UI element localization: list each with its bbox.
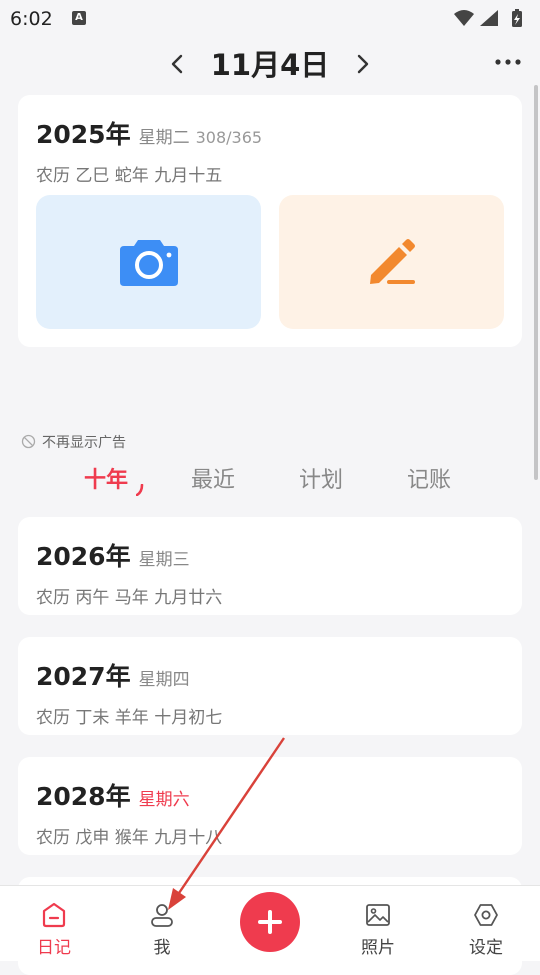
year-card-weekday: 星期六: [138, 790, 190, 810]
nav-diary[interactable]: 日记: [14, 886, 94, 961]
year-card-lunar: 农历 戊申 猴年 九月十八: [36, 828, 223, 848]
view-tabs: 十年 最近 计划 记账: [0, 462, 540, 502]
date-header: 11月4日: [0, 38, 540, 88]
more-options-button[interactable]: [492, 52, 524, 72]
year-card-year: 2026年: [36, 542, 131, 571]
settings-hexagon-icon: [474, 904, 498, 926]
nav-diary-label: 日记: [37, 938, 71, 958]
hide-ads-label: 不再显示广告: [42, 435, 126, 451]
wifi-icon: [454, 10, 474, 26]
year-card-weekday: 星期三: [138, 550, 190, 570]
year-card-title: 2027年 星期四: [36, 657, 190, 693]
battery-icon: [512, 9, 522, 27]
plus-icon: [258, 910, 282, 934]
status-bar: 6:02 A: [0, 0, 540, 38]
nav-photos-label: 照片: [361, 938, 395, 958]
write-note-button[interactable]: [279, 195, 504, 329]
scrollbar[interactable]: [534, 85, 538, 480]
add-entry-button[interactable]: [240, 892, 300, 952]
year-card-title: 2028年 星期六: [36, 777, 190, 813]
nav-photos[interactable]: 照片: [338, 886, 418, 961]
year-card-year: 2027年: [36, 662, 131, 691]
tab-ten-years[interactable]: 十年: [84, 462, 128, 494]
diary-icon: [42, 902, 66, 928]
year-card-title: 2026年 星期三: [36, 537, 190, 573]
year-card-lunar: 农历 丁未 羊年 十月初七: [36, 708, 223, 728]
block-icon: [21, 434, 36, 449]
pencil-icon: [369, 239, 415, 284]
date-title[interactable]: 11月4日: [0, 42, 540, 84]
bottom-navigation: 日记 我 照片 设定: [0, 885, 540, 961]
status-time: 6:02: [10, 8, 53, 30]
year-card-2028[interactable]: 2028年 星期六 农历 戊申 猴年 九月十八: [18, 757, 522, 855]
nav-settings-label: 设定: [469, 938, 503, 958]
camera-icon: [119, 240, 178, 286]
today-card: 2025年 星期二 308/365 农历 乙巳 蛇年 九月十五: [18, 95, 522, 347]
year-card-year: 2028年: [36, 782, 131, 811]
tab-plan[interactable]: 计划: [299, 462, 343, 494]
next-day-button[interactable]: [348, 50, 376, 78]
hide-ads-link[interactable]: 不再显示广告: [21, 432, 126, 452]
year-card-weekday: 星期四: [138, 670, 190, 690]
nav-settings[interactable]: 设定: [446, 886, 526, 961]
notification-icon: A: [72, 11, 86, 25]
day-count: 308/365: [195, 128, 263, 147]
status-icons: [452, 8, 532, 34]
nav-me-label: 我: [153, 938, 171, 958]
tab-accounting[interactable]: 记账: [407, 462, 451, 494]
today-year: 2025年: [36, 120, 131, 149]
signal-icon: [480, 10, 498, 26]
person-icon: [151, 904, 173, 927]
image-icon: [366, 904, 390, 926]
tab-recent[interactable]: 最近: [191, 462, 235, 494]
year-card-lunar: 农历 丙午 马年 九月廿六: [36, 588, 223, 608]
year-card-2027[interactable]: 2027年 星期四 农历 丁未 羊年 十月初七: [18, 637, 522, 735]
today-weekday: 星期二: [138, 128, 190, 148]
add-photo-button[interactable]: [36, 195, 261, 329]
today-lunar-date: 农历 乙巳 蛇年 九月十五: [36, 166, 223, 186]
today-year-line: 2025年 星期二 308/365: [36, 115, 262, 151]
year-card-2026[interactable]: 2026年 星期三 农历 丙午 马年 九月廿六: [18, 517, 522, 615]
nav-me[interactable]: 我: [122, 886, 202, 961]
active-tab-indicator: [136, 484, 144, 496]
